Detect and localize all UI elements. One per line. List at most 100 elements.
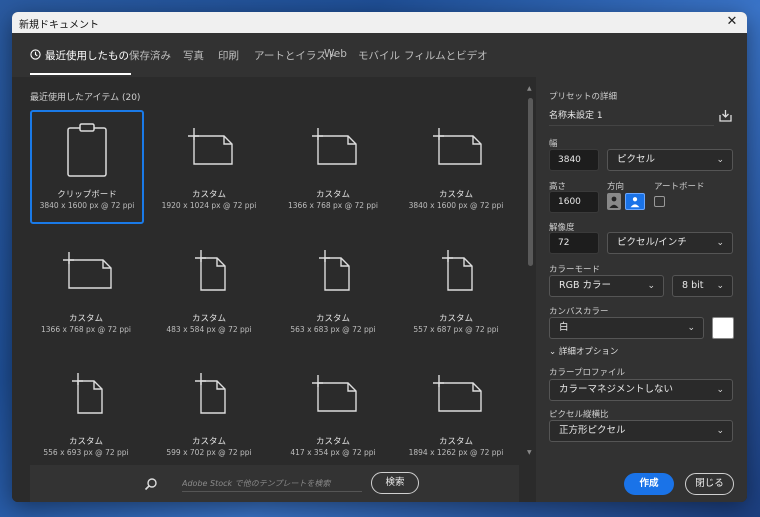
preset-item-custom[interactable]: カスタム 557 x 687 px @ 72 ppi bbox=[400, 234, 512, 346]
preset-item-custom[interactable]: カスタム 1894 x 1262 px @ 72 ppi bbox=[400, 357, 512, 469]
preset-item-custom[interactable]: カスタム 1920 x 1024 px @ 72 ppi bbox=[153, 110, 265, 222]
chevron-down-icon: ⌄ bbox=[549, 347, 557, 357]
chevron-down-icon: ⌄ bbox=[716, 281, 724, 291]
tab-mobile[interactable]: モバイル bbox=[358, 48, 400, 63]
preset-size: 563 x 683 px @ 72 ppi bbox=[290, 325, 376, 334]
preset-name: カスタム bbox=[315, 314, 350, 324]
artboard-label: アートボード bbox=[654, 182, 705, 192]
active-tab-indicator bbox=[30, 73, 131, 75]
preset-item-custom[interactable]: カスタム 599 x 702 px @ 72 ppi bbox=[153, 357, 265, 469]
portrait-orientation-icon[interactable] bbox=[607, 193, 621, 210]
tab-recent[interactable]: 最近使用したもの bbox=[45, 48, 129, 63]
stock-search-input[interactable] bbox=[182, 475, 362, 492]
close-icon[interactable]: ✕ bbox=[723, 13, 741, 31]
preset-name: カスタム bbox=[191, 314, 226, 324]
preset-name: カスタム bbox=[438, 190, 473, 200]
preset-size: 1366 x 768 px @ 72 ppi bbox=[288, 201, 378, 210]
artboard-checkbox[interactable] bbox=[654, 196, 665, 207]
preset-name: カスタム bbox=[438, 437, 473, 447]
preset-item-custom[interactable]: カスタム 483 x 584 px @ 72 ppi bbox=[153, 234, 265, 346]
height-field[interactable]: 1600 bbox=[549, 191, 599, 213]
close-button[interactable]: 閉じる bbox=[685, 473, 734, 495]
preset-size: 417 x 354 px @ 72 ppi bbox=[290, 448, 376, 457]
canvas-color-value: 白 bbox=[559, 322, 569, 333]
bit-depth-value: 8 bit bbox=[682, 280, 704, 291]
preset-size: 483 x 584 px @ 72 ppi bbox=[166, 325, 252, 334]
new-document-dialog: 新規ドキュメント ✕ 最近使用したもの 保存済み 写真 印刷 アートとイラスト … bbox=[12, 12, 747, 502]
pixel-aspect-select[interactable]: 正方形ピクセル ⌄ bbox=[549, 420, 733, 442]
preset-name: カスタム bbox=[68, 437, 103, 447]
tab-film[interactable]: フィルムとビデオ bbox=[404, 48, 488, 63]
canvas-color-swatch[interactable] bbox=[712, 317, 734, 339]
color-mode-label: カラーモード bbox=[549, 265, 601, 275]
title-bar: 新規ドキュメント ✕ bbox=[12, 12, 747, 33]
advanced-options-toggle[interactable]: ⌄ 詳細オプション bbox=[549, 345, 618, 357]
scroll-thumb[interactable] bbox=[528, 98, 533, 266]
preset-name: カスタム bbox=[438, 314, 473, 324]
preset-size: 557 x 687 px @ 72 ppi bbox=[413, 325, 499, 334]
resolution-unit-select[interactable]: ピクセル/インチ ⌄ bbox=[607, 232, 733, 254]
preset-item-custom[interactable]: カスタム 1366 x 768 px @ 72 ppi bbox=[30, 234, 142, 346]
pixel-aspect-value: 正方形ピクセル bbox=[559, 425, 626, 436]
stock-search-bar: 検索 bbox=[30, 465, 519, 502]
preset-item-custom[interactable]: カスタム 556 x 693 px @ 72 ppi bbox=[30, 357, 142, 469]
chevron-down-icon: ⌄ bbox=[716, 155, 724, 165]
canvas-color-label: カンバスカラー bbox=[549, 307, 609, 317]
preset-item-custom[interactable]: カスタム 3840 x 1600 px @ 72 ppi bbox=[400, 110, 512, 222]
preset-size: 1366 x 768 px @ 72 ppi bbox=[41, 325, 131, 334]
create-button[interactable]: 作成 bbox=[624, 473, 674, 495]
tab-saved[interactable]: 保存済み bbox=[129, 48, 171, 63]
search-icon[interactable] bbox=[144, 477, 158, 491]
color-mode-value: RGB カラー bbox=[559, 280, 611, 291]
advanced-options-label: 詳細オプション bbox=[558, 347, 619, 357]
scroll-up-icon[interactable]: ▲ bbox=[527, 85, 532, 92]
canvas-color-select[interactable]: 白 ⌄ bbox=[549, 317, 704, 339]
preset-name: カスタム bbox=[315, 190, 350, 200]
preset-name: カスタム bbox=[315, 437, 350, 447]
color-profile-value: カラーマネジメントしない bbox=[559, 384, 674, 395]
bit-depth-select[interactable]: 8 bit ⌄ bbox=[672, 275, 733, 297]
recent-panel: 最近使用したアイテム (20) クリップボード 3840 x 1600 px @ … bbox=[12, 77, 536, 502]
color-profile-label: カラープロファイル bbox=[549, 368, 625, 378]
color-mode-select[interactable]: RGB カラー ⌄ bbox=[549, 275, 664, 297]
preset-name: クリップボード bbox=[57, 190, 117, 200]
preset-item-custom[interactable]: カスタム 1366 x 768 px @ 72 ppi bbox=[277, 110, 389, 222]
resolution-unit-label: ピクセル/インチ bbox=[617, 237, 687, 248]
scrollbar[interactable]: ▲ ▼ bbox=[527, 85, 535, 457]
recent-title: 最近使用したアイテム (20) bbox=[30, 93, 141, 103]
preset-size: 599 x 702 px @ 72 ppi bbox=[166, 448, 252, 457]
window-title: 新規ドキュメント bbox=[19, 20, 99, 31]
preset-name: カスタム bbox=[191, 190, 226, 200]
preset-size: 1894 x 1262 px @ 72 ppi bbox=[408, 448, 504, 457]
resolution-field[interactable]: 72 bbox=[549, 232, 599, 254]
preset-item-clipboard[interactable]: クリップボード 3840 x 1600 px @ 72 ppi bbox=[30, 110, 144, 224]
search-button[interactable]: 検索 bbox=[371, 472, 419, 494]
tab-web[interactable]: Web bbox=[324, 48, 347, 60]
color-profile-select[interactable]: カラーマネジメントしない ⌄ bbox=[549, 379, 733, 401]
preset-name: カスタム bbox=[68, 314, 103, 324]
preset-item-custom[interactable]: カスタム 563 x 683 px @ 72 ppi bbox=[277, 234, 389, 346]
preset-size: 1920 x 1024 px @ 72 ppi bbox=[161, 201, 257, 210]
width-unit-select[interactable]: ピクセル ⌄ bbox=[607, 149, 733, 171]
chevron-down-icon: ⌄ bbox=[687, 323, 695, 333]
landscape-orientation-icon[interactable] bbox=[625, 193, 645, 210]
chevron-down-icon: ⌄ bbox=[647, 281, 655, 291]
preset-name-field[interactable]: 名称未設定 1 bbox=[549, 107, 714, 126]
chevron-down-icon: ⌄ bbox=[716, 426, 724, 436]
preset-size: 3840 x 1600 px @ 72 ppi bbox=[408, 201, 504, 210]
clock-icon bbox=[30, 49, 41, 60]
category-tabs: 最近使用したもの 保存済み 写真 印刷 アートとイラスト Web モバイル フィ… bbox=[12, 33, 747, 77]
chevron-down-icon: ⌄ bbox=[716, 385, 724, 395]
preset-details-panel: プリセットの詳細 名称未設定 1 幅 3840 ピクセル ⌄ 高さ 1600 方… bbox=[536, 77, 747, 502]
preset-item-custom[interactable]: カスタム 417 x 354 px @ 72 ppi bbox=[277, 357, 389, 469]
tab-photo[interactable]: 写真 bbox=[183, 48, 204, 63]
tab-print[interactable]: 印刷 bbox=[218, 48, 239, 63]
width-unit-label: ピクセル bbox=[617, 154, 656, 165]
save-preset-icon[interactable] bbox=[718, 108, 733, 123]
width-field[interactable]: 3840 bbox=[549, 149, 599, 171]
preset-title: プリセットの詳細 bbox=[549, 92, 618, 102]
width-label: 幅 bbox=[549, 139, 558, 149]
pixel-aspect-label: ピクセル縦横比 bbox=[549, 410, 609, 420]
orientation-label: 方向 bbox=[607, 182, 625, 192]
scroll-down-icon[interactable]: ▼ bbox=[527, 449, 532, 456]
